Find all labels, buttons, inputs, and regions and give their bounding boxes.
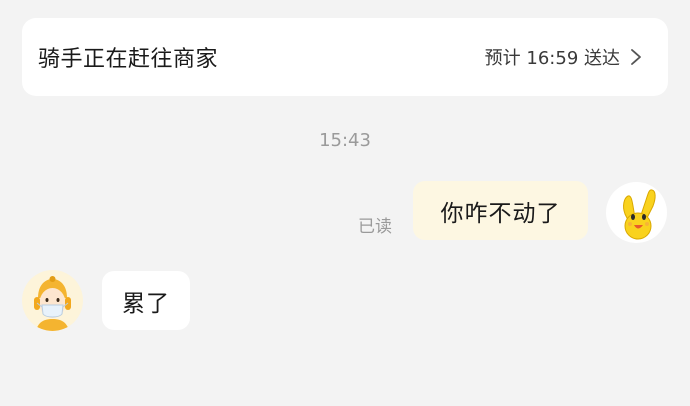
rider-face-icon bbox=[34, 276, 71, 331]
outgoing-message-bubble[interactable]: 你咋不动了 bbox=[413, 181, 588, 240]
read-receipt: 已读 bbox=[358, 217, 392, 237]
incoming-message-bubble[interactable]: 累了 bbox=[102, 271, 190, 330]
mascot-hand-icon bbox=[623, 189, 656, 240]
order-status-card[interactable]: 骑手正在赶往商家 预计 16:59 送达 bbox=[22, 18, 668, 96]
order-status-title: 骑手正在赶往商家 bbox=[38, 47, 219, 72]
yellow-hand-mascot-avatar[interactable] bbox=[606, 182, 667, 243]
rider-with-headset-avatar[interactable] bbox=[22, 270, 83, 331]
order-eta-group: 预计 16:59 送达 bbox=[485, 44, 642, 70]
chevron-right-icon bbox=[631, 49, 641, 65]
order-eta: 预计 16:59 送达 bbox=[484, 48, 620, 69]
chat-timestamp: 15:43 bbox=[319, 130, 371, 151]
